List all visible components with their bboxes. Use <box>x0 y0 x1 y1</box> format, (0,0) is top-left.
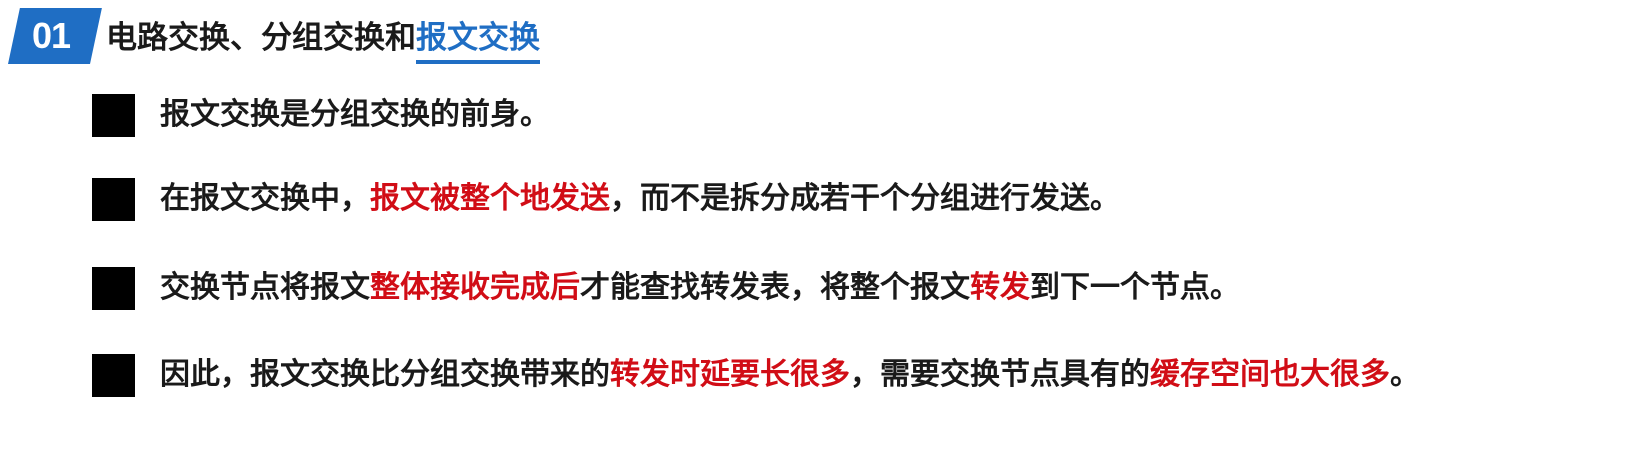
bullet-4-emphasis-1: 转发时延要长很多 <box>610 357 850 392</box>
bullet-3-emphasis-2: 转发 <box>970 270 1030 305</box>
bullet-3-emphasis-1: 整体接收完成后 <box>370 270 580 305</box>
bullet-text-4: 因此，报文交换比分组交换带来的转发时延要长很多，需要交换节点具有的缓存空间也大很… <box>160 352 1420 398</box>
bullet-3-segment-3: 才能查找转发表，将整个报文 <box>580 270 970 305</box>
bullet-4-segment-3: ，需要交换节点具有的 <box>850 357 1150 392</box>
bullet-square-icon <box>92 267 135 310</box>
bullet-text-1: 报文交换是分组交换的前身。 <box>160 92 550 138</box>
bullet-3-segment-5: 到下一个节点。 <box>1030 270 1240 305</box>
bullet-text-2: 在报文交换中，报文被整个地发送，而不是拆分成若干个分组进行发送。 <box>160 176 1120 222</box>
bullet-item-1: 报文交换是分组交换的前身。 <box>92 92 1632 138</box>
bullet-item-4: 因此，报文交换比分组交换带来的转发时延要长很多，需要交换节点具有的缓存空间也大很… <box>92 352 1632 398</box>
slide: 01 电路交换、分组交换和报文交换 报文交换是分组交换的前身。 在报文交换中，报… <box>0 0 1643 462</box>
bullet-2-emphasis-1: 报文被整个地发送 <box>370 181 610 216</box>
bullet-2-segment-1: 在报文交换中， <box>160 181 370 216</box>
bullet-2-segment-3: ，而不是拆分成若干个分组进行发送。 <box>610 181 1120 216</box>
bullet-square-icon <box>92 354 135 397</box>
bullet-square-icon <box>92 94 135 137</box>
bullet-list: 报文交换是分组交换的前身。 在报文交换中，报文被整个地发送，而不是拆分成若干个分… <box>0 0 1643 462</box>
bullet-item-3: 交换节点将报文整体接收完成后才能查找转发表，将整个报文转发到下一个节点。 <box>92 265 1632 311</box>
bullet-1-segment-1: 报文交换是分组交换的前身。 <box>160 97 550 132</box>
bullet-text-3: 交换节点将报文整体接收完成后才能查找转发表，将整个报文转发到下一个节点。 <box>160 265 1240 311</box>
bullet-4-segment-5: 。 <box>1390 357 1420 392</box>
bullet-square-icon <box>92 178 135 221</box>
bullet-item-2: 在报文交换中，报文被整个地发送，而不是拆分成若干个分组进行发送。 <box>92 176 1632 222</box>
bullet-4-segment-1: 因此，报文交换比分组交换带来的 <box>160 357 610 392</box>
bullet-4-emphasis-2: 缓存空间也大很多 <box>1150 357 1390 392</box>
bullet-3-segment-1: 交换节点将报文 <box>160 270 370 305</box>
